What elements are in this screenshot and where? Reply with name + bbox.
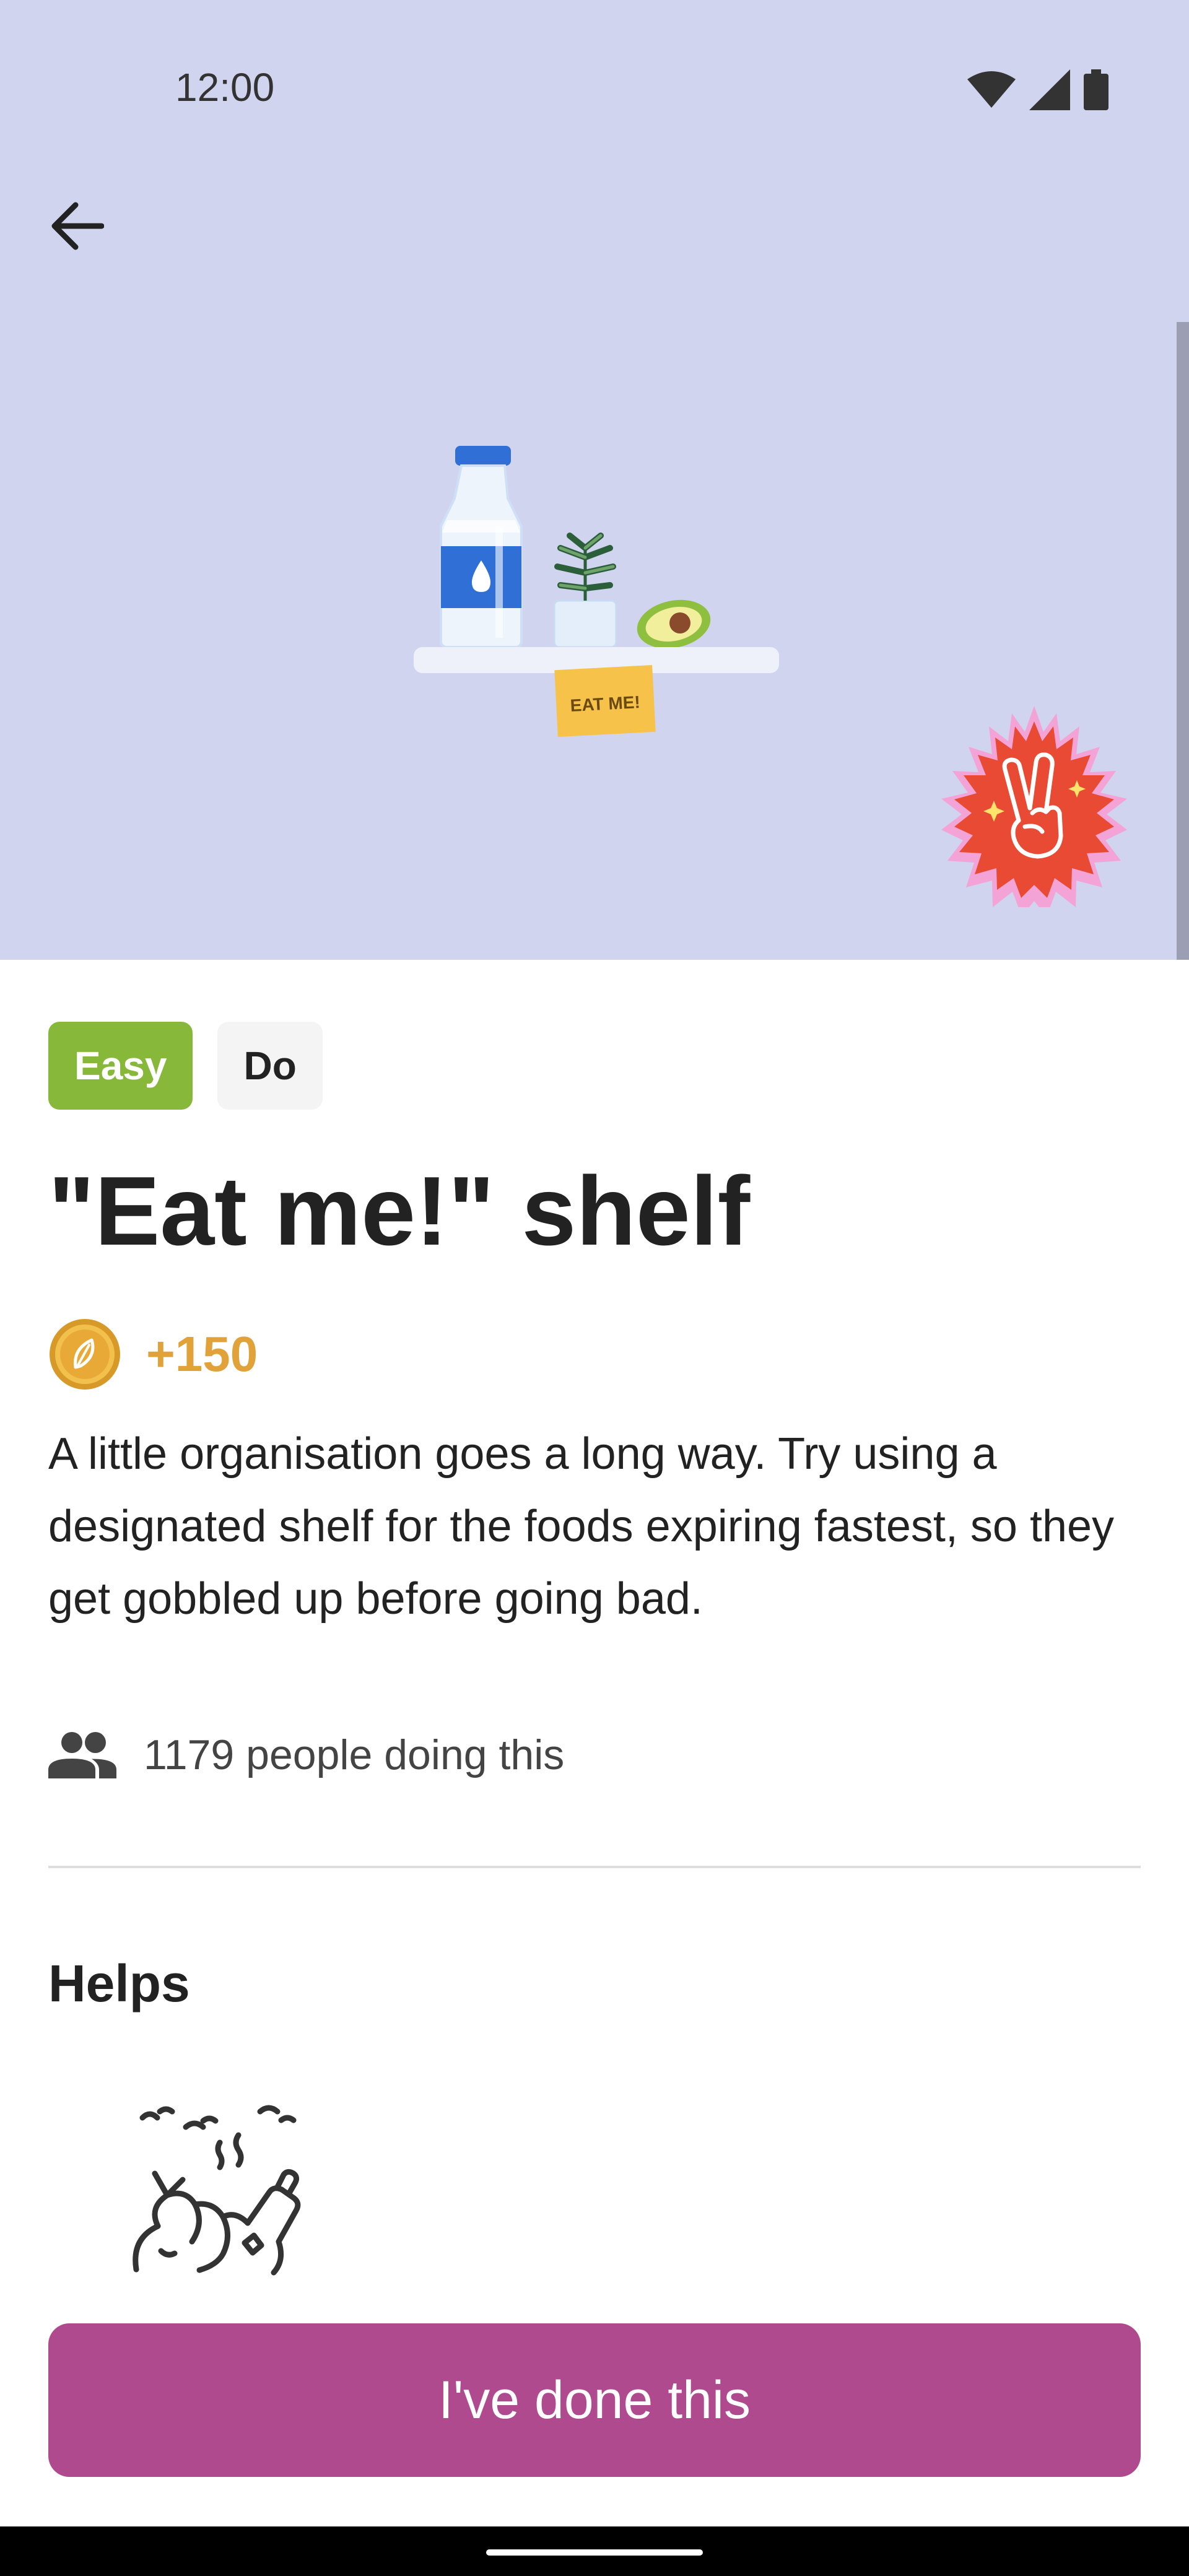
content: Easy Do "Eat me!" shelf +150 A little or…	[0, 960, 1189, 2576]
helps-heading: Helps	[48, 1954, 190, 2012]
participants-count: 1179 people doing this	[144, 1731, 565, 1778]
food-waste-icon[interactable]	[130, 2099, 328, 2279]
coin-icon	[50, 1319, 120, 1390]
status-time: 12:00	[175, 65, 275, 110]
page-title: "Eat me!" shelf	[48, 1157, 751, 1266]
people-icon	[48, 1732, 116, 1778]
difficulty-tag: Easy	[48, 1022, 193, 1110]
wifi-icon	[967, 71, 1016, 108]
status-icons	[967, 69, 1108, 110]
participants: 1179 people doing this	[48, 1731, 564, 1779]
scrollbar[interactable]	[1177, 322, 1189, 960]
achievement-badge	[941, 706, 1127, 907]
type-tag: Do	[217, 1022, 323, 1110]
sticky-note-text: EAT ME!	[570, 692, 640, 715]
back-button[interactable]	[37, 186, 118, 266]
hero-banner: 12:00 EAT ME!	[0, 0, 1189, 960]
tag-list: Easy Do	[48, 1022, 323, 1110]
points-reward: +150	[48, 1318, 258, 1391]
screen: 12:00 EAT ME! Easy Do "Eat me!" shelf +1…	[0, 0, 1189, 2576]
description: A little organisation goes a long way. T…	[48, 1429, 1115, 1624]
shelf-illustration: EAT ME!	[414, 446, 779, 738]
battery-icon	[1084, 69, 1108, 110]
arrow-left-icon	[51, 202, 104, 250]
divider	[48, 1866, 1141, 1868]
signal-icon	[1029, 69, 1070, 110]
status-bar: 12:00	[0, 0, 1189, 180]
done-button[interactable]: I've done this	[48, 2323, 1141, 2477]
home-handle[interactable]	[486, 2549, 703, 2556]
points-value: +150	[146, 1326, 258, 1382]
